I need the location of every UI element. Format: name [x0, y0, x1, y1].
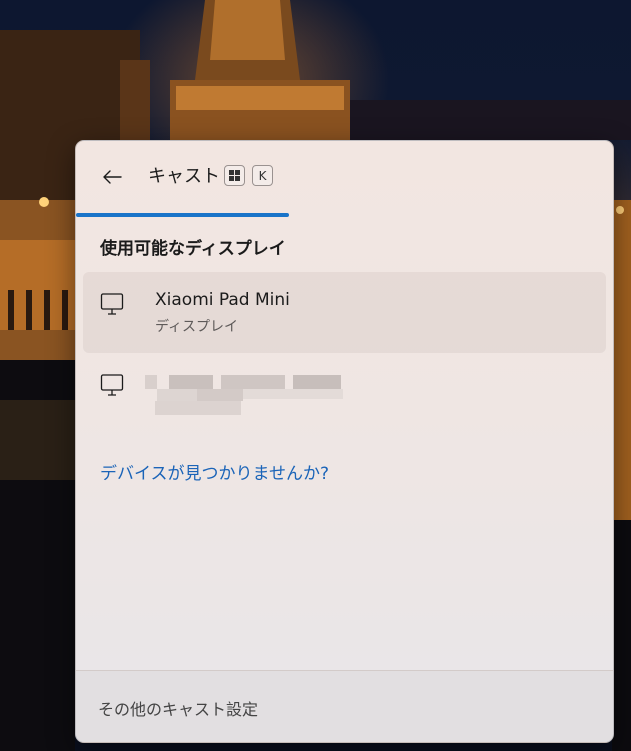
panel-footer: その他のキャスト設定: [76, 670, 613, 742]
shortcut-key-k: K: [252, 165, 273, 186]
more-cast-settings-link[interactable]: その他のキャスト設定: [98, 696, 258, 720]
device-not-found-link[interactable]: デバイスが見つかりませんか?: [100, 459, 329, 484]
device-type: ディスプレイ: [155, 319, 239, 335]
available-displays-heading: 使用可能なディスプレイ: [100, 239, 286, 259]
monitor-icon: [100, 293, 124, 315]
back-button[interactable]: [94, 159, 130, 195]
panel-header: キャスト K: [76, 141, 613, 217]
device-item-xiaomi-pad-mini[interactable]: Xiaomi Pad Mini ディスプレイ: [83, 272, 606, 353]
windows-logo-icon: [229, 170, 240, 181]
panel-title: キャスト: [148, 166, 220, 187]
cast-flyout-panel: キャスト K 使用可能なディスプレイ Xiaomi Pad Mini ディスプレ…: [75, 140, 614, 743]
windows-key-icon: [224, 165, 245, 186]
monitor-icon: [100, 374, 124, 396]
device-item-redacted[interactable]: [83, 353, 606, 434]
loading-progress-bar: [76, 213, 289, 217]
device-name: Xiaomi Pad Mini: [155, 290, 290, 310]
arrow-left-icon: [103, 170, 122, 184]
